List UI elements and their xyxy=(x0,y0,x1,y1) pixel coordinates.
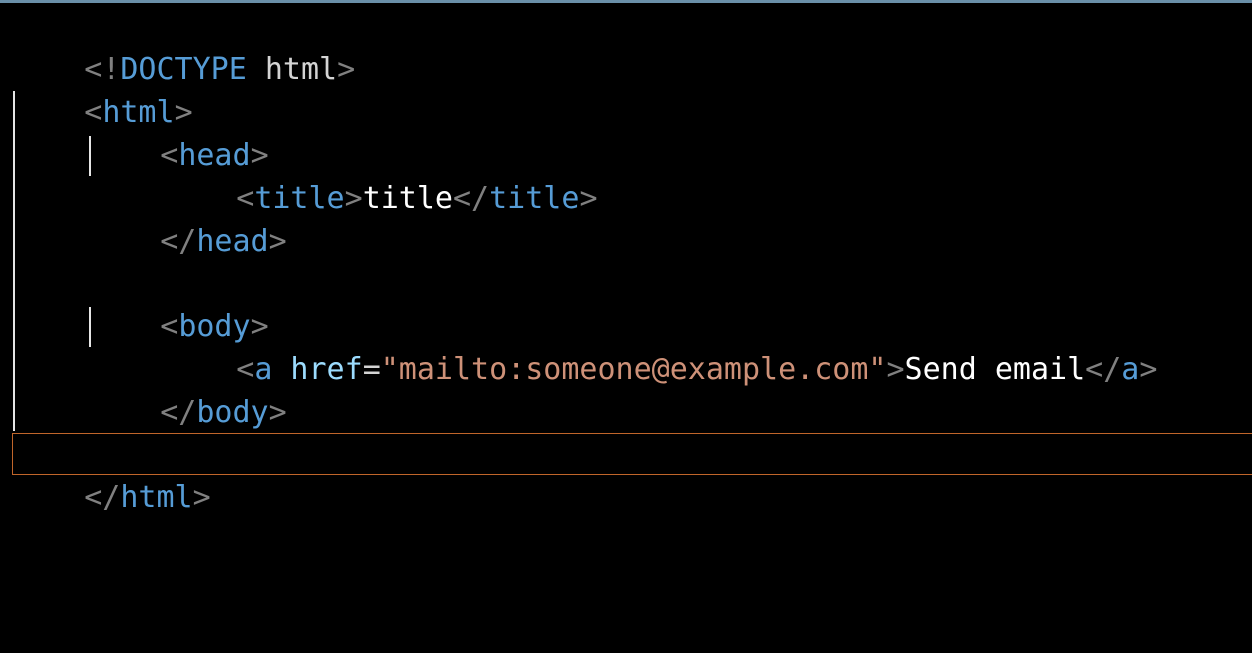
doctype-value: html xyxy=(246,52,338,87)
tag-name: html xyxy=(120,480,193,515)
code-line-body-close[interactable]: </body> xyxy=(88,348,286,430)
tag-name: a xyxy=(1121,352,1140,387)
bracket: > xyxy=(579,181,598,216)
tag-name: head xyxy=(196,224,269,259)
bracket: > xyxy=(268,395,287,430)
code-line-head-open[interactable]: <head> xyxy=(88,91,268,173)
bracket: </ xyxy=(160,395,197,430)
bracket: </ xyxy=(1085,352,1122,387)
code-line-html-close[interactable]: </html> xyxy=(12,433,210,515)
attribute-value: "mailto:someone@example.com" xyxy=(380,352,887,387)
code-line-doctype[interactable]: <!DOCTYPE html> xyxy=(12,5,355,87)
tag-name: body xyxy=(196,395,269,430)
bracket: > xyxy=(192,480,211,515)
code-line-anchor[interactable]: <a href="mailto:someone@example.com">Sen… xyxy=(164,305,1157,387)
bracket: </ xyxy=(160,224,197,259)
bracket: > xyxy=(268,224,287,259)
bracket: > xyxy=(886,352,905,387)
bracket: > xyxy=(337,52,356,87)
equals-sign: = xyxy=(362,352,381,387)
text-content: title xyxy=(362,181,453,216)
code-line-body-open[interactable]: <body> xyxy=(88,262,268,344)
code-line-html-open[interactable]: <html> xyxy=(12,48,192,130)
bracket: > xyxy=(1139,352,1158,387)
bracket: </ xyxy=(84,480,121,515)
text-content: Send email xyxy=(904,352,1086,387)
tag-name: title xyxy=(489,181,580,216)
code-editor[interactable]: <!DOCTYPE html> <html> <head> <title>tit… xyxy=(0,0,1252,653)
bracket: > xyxy=(344,181,363,216)
bracket: </ xyxy=(453,181,490,216)
code-line-head-close[interactable]: </head> xyxy=(88,177,286,259)
code-line-title[interactable]: <title>title</title> xyxy=(164,134,597,216)
